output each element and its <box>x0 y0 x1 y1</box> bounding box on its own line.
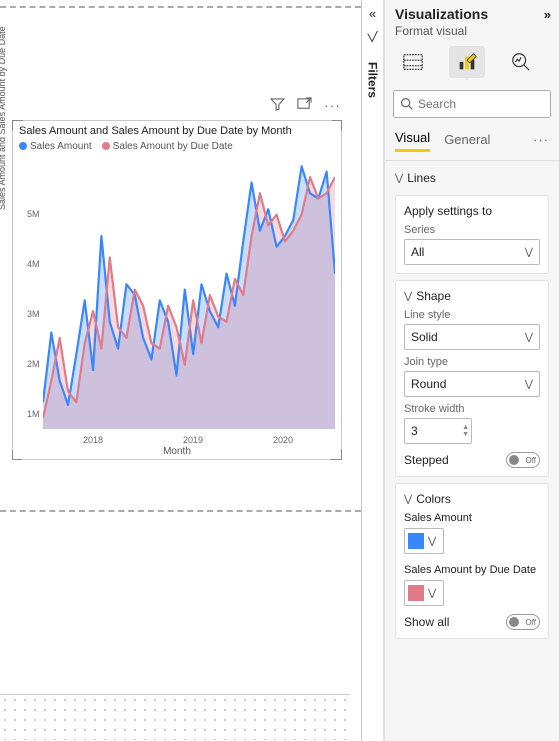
shape-header: Shape <box>416 289 451 303</box>
step-up-icon[interactable]: ▲ <box>462 424 469 431</box>
line-style-select[interactable]: Solid ⋁ <box>404 324 540 350</box>
section-lines[interactable]: ⋁ Lines <box>395 167 549 189</box>
chevron-down-icon: ⋁ <box>428 588 436 599</box>
chart-legend: Sales Amount Sales Amount by Due Date <box>13 137 341 156</box>
filters-icon[interactable] <box>366 31 380 48</box>
color-series2-label: Sales Amount by Due Date <box>404 564 540 576</box>
xtick: 2019 <box>183 435 203 445</box>
chevron-down-icon: ⋁ <box>395 173 403 184</box>
filters-label[interactable]: Filters <box>366 62 380 98</box>
chart-svg <box>43 161 335 429</box>
pane-subtitle: Format visual <box>385 24 559 42</box>
tab-more-icon[interactable]: ··· <box>533 132 549 147</box>
search-icon <box>400 97 413 113</box>
filter-icon[interactable] <box>270 97 285 115</box>
subsection-shape[interactable]: ⋁ Shape <box>404 289 540 303</box>
legend-series2: Sales Amount by Due Date <box>113 141 233 152</box>
y-axis-label: Sales Amount and Sales Amount by Due Dat… <box>0 26 7 210</box>
join-type-select[interactable]: Round ⋁ <box>404 371 540 397</box>
expand-chevron-icon[interactable]: » <box>544 7 551 22</box>
chevron-down-icon: ⋁ <box>404 291 412 302</box>
x-axis-label: Month <box>163 446 191 457</box>
analytics-icon[interactable] <box>503 46 539 78</box>
collapse-chevron-icon[interactable]: « <box>369 6 376 21</box>
canvas-dotted-area <box>0 694 350 740</box>
color-swatch <box>408 533 424 549</box>
subsection-colors[interactable]: ⋁ Colors <box>404 492 540 506</box>
stroke-width-value: 3 <box>411 424 418 438</box>
canvas-boundary-bottom <box>0 510 361 512</box>
join-type-value: Round <box>411 377 446 391</box>
ytick: 5M <box>27 209 40 219</box>
more-options-icon[interactable]: ··· <box>324 97 341 115</box>
chevron-down-icon: ⋁ <box>525 379 533 390</box>
pane-title: Visualizations <box>395 6 488 22</box>
colors-header: Colors <box>416 492 451 506</box>
legend-series1: Sales Amount <box>30 141 92 152</box>
line-style-value: Solid <box>411 330 438 344</box>
ytick: 4M <box>27 259 40 269</box>
chart-visual[interactable]: ··· Sales Amount and Sales Amount by Due… <box>12 120 342 460</box>
visualizations-pane: Visualizations » Format visual Visual Ge… <box>384 0 559 741</box>
build-visual-icon[interactable] <box>395 46 431 78</box>
tab-general[interactable]: General <box>444 128 490 151</box>
stroke-width-label: Stroke width <box>404 403 540 415</box>
apply-settings-label: Apply settings to <box>404 204 540 218</box>
color-series1-label: Sales Amount <box>404 512 540 524</box>
format-visual-icon[interactable] <box>449 46 485 78</box>
show-all-label: Show all <box>404 615 449 629</box>
color-picker-series2[interactable]: ⋁ <box>404 580 444 606</box>
chevron-down-icon: ⋁ <box>525 247 533 258</box>
xtick: 2018 <box>83 435 103 445</box>
stroke-width-stepper[interactable]: 3 ▲▼ <box>404 418 472 444</box>
ytick: 1M <box>27 409 40 419</box>
step-down-icon[interactable]: ▼ <box>462 431 469 438</box>
focus-mode-icon[interactable] <box>297 97 312 115</box>
stepped-label: Stepped <box>404 453 449 467</box>
tab-visual[interactable]: Visual <box>395 126 430 152</box>
stepped-toggle[interactable]: Off <box>506 452 540 468</box>
ytick: 3M <box>27 309 40 319</box>
color-picker-series1[interactable]: ⋁ <box>404 528 444 554</box>
search-input[interactable] <box>393 90 551 118</box>
plot-area <box>43 161 335 429</box>
filters-rail: « Filters <box>362 0 384 741</box>
color-swatch <box>408 585 424 601</box>
series-value: All <box>411 245 424 259</box>
section-lines-label: Lines <box>407 171 436 185</box>
chart-title: Sales Amount and Sales Amount by Due Dat… <box>13 121 341 137</box>
show-all-toggle[interactable]: Off <box>506 614 540 630</box>
chevron-down-icon: ⋁ <box>525 332 533 343</box>
line-style-label: Line style <box>404 309 540 321</box>
canvas-boundary-top <box>0 6 361 8</box>
join-type-label: Join type <box>404 356 540 368</box>
series-select[interactable]: All ⋁ <box>404 239 540 265</box>
chevron-down-icon: ⋁ <box>428 536 436 547</box>
report-canvas: ··· Sales Amount and Sales Amount by Due… <box>0 0 362 741</box>
chevron-down-icon: ⋁ <box>404 494 412 505</box>
xtick: 2020 <box>273 435 293 445</box>
ytick: 2M <box>27 359 40 369</box>
series-label: Series <box>404 224 540 236</box>
